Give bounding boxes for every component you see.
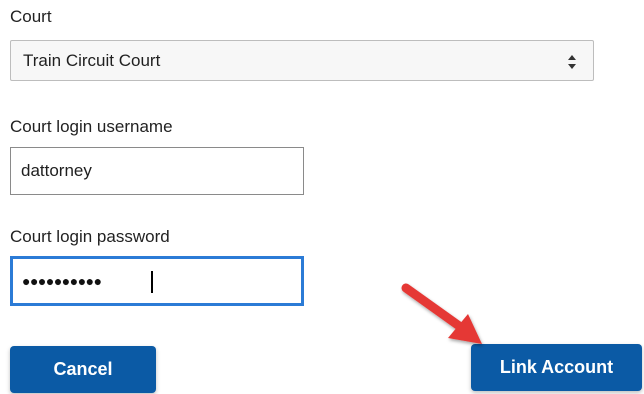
link-account-button[interactable]: Link Account: [471, 344, 642, 391]
link-court-account-form: Court Train Circuit Court Court login us…: [0, 0, 644, 394]
password-input[interactable]: ●●●●●●●●●●: [10, 256, 304, 306]
password-label: Court login password: [10, 227, 170, 246]
username-label: Court login username: [10, 117, 173, 136]
username-input[interactable]: dattorney: [10, 147, 304, 195]
court-label: Court: [10, 7, 52, 26]
court-select[interactable]: Train Circuit Court: [10, 40, 594, 81]
password-mask: ●●●●●●●●●●: [22, 273, 102, 289]
username-value: dattorney: [21, 161, 92, 180]
sort-arrows-icon: [568, 55, 576, 69]
text-caret: [151, 271, 153, 293]
red-arrow-annotation-icon: [401, 283, 482, 344]
cancel-button[interactable]: Cancel: [10, 346, 156, 393]
court-select-value: Train Circuit Court: [23, 51, 161, 70]
